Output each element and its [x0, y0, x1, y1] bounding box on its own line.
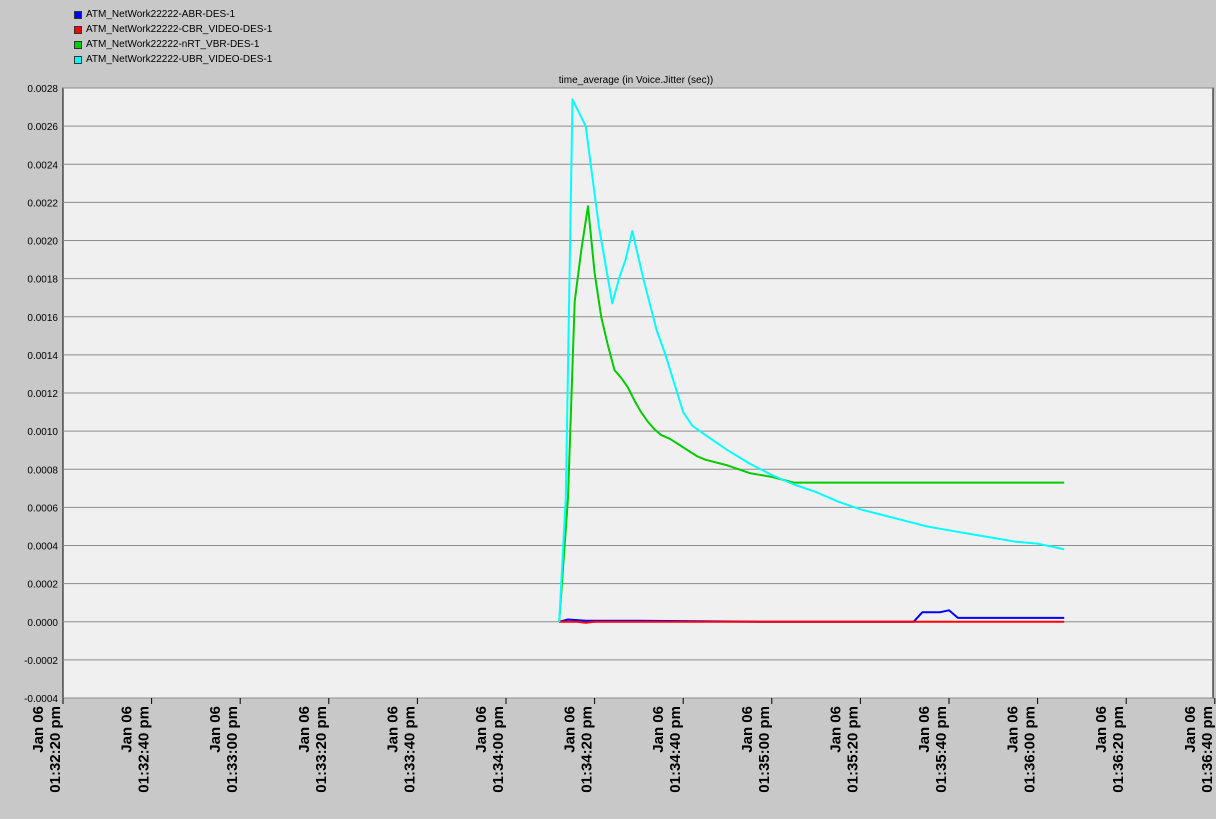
x-tick-date: Jan 06: [1182, 706, 1199, 753]
x-tick-time: 01:35:40 pm: [933, 706, 950, 793]
x-tick-label: Jan 06 01:35:20 pm: [827, 706, 861, 793]
y-tick-label: 0.0006: [27, 503, 58, 514]
series-line: [559, 620, 1065, 624]
chart-title: time_average (in Voice.Jitter (sec)): [559, 75, 714, 86]
y-tick-label: 0.0022: [27, 198, 58, 209]
x-tick-label: Jan 06 01:36:40 pm: [1182, 706, 1216, 793]
y-axis-ticks: 0.0028 0.0026 0.0024 0.0022 0.0020 0.0018 0.00…: [24, 84, 58, 705]
y-tick-label: 0.0000: [27, 618, 58, 629]
y-tick-label: 0.0014: [27, 351, 58, 362]
x-tick-time: 01:35:00 pm: [756, 706, 773, 793]
x-tick-date: Jan 06: [119, 706, 136, 753]
y-tick-label: -0.0004: [24, 694, 58, 705]
x-tick-date: Jan 06: [296, 706, 313, 753]
x-tick-label: Jan 06 01:32:20 pm: [30, 706, 64, 793]
x-tick-label: Jan 06 01:35:40 pm: [916, 706, 950, 793]
y-tick-label: 0.0018: [27, 275, 58, 286]
x-tick-label: Jan 06 01:33:00 pm: [207, 706, 241, 793]
y-tick-label: 0.0026: [27, 122, 58, 133]
x-tick-time: 01:33:00 pm: [224, 706, 241, 793]
y-tick-label: 0.0008: [27, 465, 58, 476]
x-tick-time: 01:36:00 pm: [1022, 706, 1039, 793]
y-tick-label: 0.0016: [27, 313, 58, 324]
x-tick-label: Jan 06 01:33:20 pm: [296, 706, 330, 793]
x-tick-label: Jan 06 01:34:00 pm: [473, 706, 507, 793]
y-tick-label: 0.0004: [27, 542, 58, 553]
x-tick-time: 01:34:20 pm: [579, 706, 596, 793]
x-tick-date: Jan 06: [916, 706, 933, 753]
y-tick-label: 0.0002: [27, 580, 58, 591]
x-axis-ticks: Jan 06 01:32:20 pm Jan 06 01:32:40 pm Jan 06…: [30, 698, 1216, 793]
x-tick-date: Jan 06: [207, 706, 224, 753]
x-tick-time: 01:34:40 pm: [667, 706, 684, 793]
x-tick-date: Jan 06: [384, 706, 401, 753]
x-tick-label: Jan 06 01:35:00 pm: [739, 706, 773, 793]
x-tick-date: Jan 06: [739, 706, 756, 753]
x-tick-label: Jan 06 01:36:20 pm: [1093, 706, 1127, 793]
y-tick-label: 0.0010: [27, 427, 58, 438]
x-tick-time: 01:36:20 pm: [1110, 706, 1127, 793]
x-tick-label: Jan 06 01:34:20 pm: [562, 706, 596, 793]
x-tick-label: Jan 06 01:32:40 pm: [119, 706, 153, 793]
y-tick-label: 0.0020: [27, 237, 58, 248]
x-tick-time: 01:34:00 pm: [490, 706, 507, 793]
x-tick-label: Jan 06 01:34:40 pm: [650, 706, 684, 793]
x-tick-date: Jan 06: [1093, 706, 1110, 753]
x-tick-date: Jan 06: [473, 706, 490, 753]
y-tick-label: 0.0012: [27, 389, 58, 400]
x-tick-time: 01:33:40 pm: [401, 706, 418, 793]
x-tick-time: 01:32:40 pm: [136, 706, 153, 793]
x-tick-time: 01:35:20 pm: [844, 706, 861, 793]
x-tick-date: Jan 06: [562, 706, 579, 753]
x-tick-label: Jan 06 01:36:00 pm: [1005, 706, 1039, 793]
chart: time_average (in Voice.Jitter (sec)) 0.0…: [24, 75, 1216, 793]
x-tick-time: 01:36:40 pm: [1199, 706, 1216, 793]
x-tick-date: Jan 06: [650, 706, 667, 753]
x-tick-time: 01:33:20 pm: [313, 706, 330, 793]
x-tick-time: 01:32:20 pm: [47, 706, 64, 793]
x-tick-date: Jan 06: [1005, 706, 1022, 753]
y-tick-label: 0.0024: [27, 160, 58, 171]
y-tick-label: -0.0002: [24, 656, 58, 667]
x-tick-date: Jan 06: [827, 706, 844, 753]
x-tick-label: Jan 06 01:33:40 pm: [384, 706, 418, 793]
x-tick-date: Jan 06: [30, 706, 47, 753]
y-tick-label: 0.0028: [27, 84, 58, 95]
